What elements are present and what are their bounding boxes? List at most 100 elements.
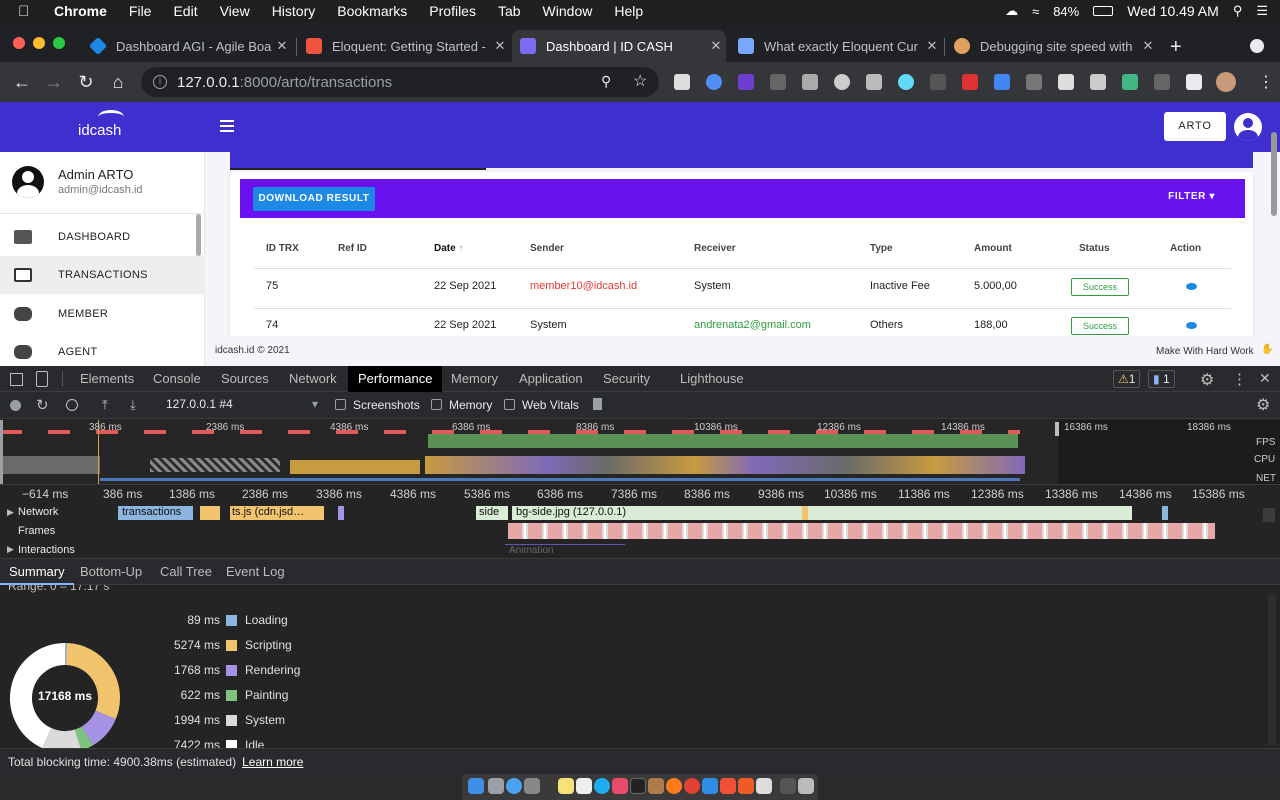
sidebar-item-transactions[interactable]: TRANSACTIONS: [0, 256, 205, 294]
trash-icon[interactable]: [798, 778, 814, 794]
page-scrollbar[interactable]: [1271, 132, 1277, 216]
brand-logo[interactable]: idcash: [78, 122, 121, 139]
user-avatar-icon[interactable]: [1234, 113, 1262, 141]
menu-tab[interactable]: Tab: [498, 3, 521, 19]
browser-tab[interactable]: Dashboard AGI - Agile Boa ✕: [82, 30, 292, 62]
menu-view[interactable]: View: [220, 3, 250, 19]
more-options-icon[interactable]: ⋮: [1232, 370, 1247, 388]
tab-bottom-up[interactable]: Bottom-Up: [80, 559, 142, 585]
hamburger-menu-icon[interactable]: [220, 120, 234, 132]
home-icon[interactable]: ⌂: [106, 70, 130, 94]
column-header-amount[interactable]: Amount: [974, 243, 1012, 254]
column-header-status[interactable]: Status: [1079, 243, 1110, 254]
camera-icon[interactable]: [866, 74, 882, 90]
firefox-icon[interactable]: [666, 778, 682, 794]
zoom-window-button[interactable]: [53, 37, 65, 49]
close-tab-icon[interactable]: ✕: [1138, 38, 1158, 54]
devtools-tab-application[interactable]: Application: [519, 366, 583, 392]
extension-icon[interactable]: [770, 74, 786, 90]
animation-bar[interactable]: Animation: [505, 544, 625, 557]
expand-triangle-icon[interactable]: ▶: [7, 544, 14, 555]
device-toolbar-icon[interactable]: [36, 371, 48, 387]
react-icon[interactable]: [898, 74, 914, 90]
menu-clock[interactable]: Wed 10.49 AM: [1127, 3, 1219, 19]
bookmark-star-icon[interactable]: ☆: [633, 71, 647, 91]
puzzle-icon[interactable]: [1186, 74, 1202, 90]
safari-icon[interactable]: [506, 778, 522, 794]
forward-arrow-icon[interactable]: →: [42, 70, 66, 94]
network-request-bar[interactable]: [338, 506, 344, 520]
music-icon[interactable]: [612, 778, 628, 794]
close-tab-icon[interactable]: ✕: [272, 38, 292, 54]
network-request-bar[interactable]: [1162, 506, 1168, 520]
expand-triangle-icon[interactable]: ▶: [7, 507, 14, 518]
tab-summary[interactable]: Summary: [0, 559, 74, 585]
warnings-badge[interactable]: ⚠1: [1113, 370, 1141, 388]
devtools-tab-sources[interactable]: Sources: [221, 366, 269, 392]
download-profile-icon[interactable]: ⤓: [130, 397, 136, 413]
devtools-tab-lighthouse[interactable]: Lighthouse: [680, 366, 744, 392]
extension-icon[interactable]: [1058, 74, 1074, 90]
close-devtools-icon[interactable]: ✕: [1259, 370, 1271, 387]
system-preferences-icon[interactable]: [524, 778, 540, 794]
memory-checkbox[interactable]: [431, 399, 442, 410]
range-handle-right[interactable]: [1055, 422, 1059, 436]
user-button[interactable]: ARTO: [1164, 112, 1226, 141]
menu-edit[interactable]: Edit: [173, 3, 197, 19]
messages-badge[interactable]: ▮ 1: [1148, 370, 1175, 388]
close-window-button[interactable]: [13, 37, 25, 49]
battery-percent[interactable]: 84%: [1053, 4, 1079, 19]
menu-profiles[interactable]: Profiles: [429, 3, 476, 19]
network-request-bar[interactable]: side: [476, 506, 508, 520]
network-request-bar[interactable]: [200, 506, 220, 520]
devtools-tab-performance[interactable]: Performance: [348, 366, 443, 392]
frames-strip[interactable]: [508, 523, 1215, 539]
terminal-icon[interactable]: [630, 778, 646, 794]
git-icon[interactable]: [720, 778, 736, 794]
app-icon[interactable]: [756, 778, 772, 794]
bug-icon[interactable]: [1154, 74, 1170, 90]
record-icon[interactable]: [10, 400, 21, 411]
screenshots-checkbox[interactable]: [335, 399, 346, 410]
extension-icon[interactable]: [738, 74, 754, 90]
column-header-receiver[interactable]: Receiver: [694, 243, 736, 254]
extension-icon[interactable]: [834, 74, 850, 90]
timeline-overview[interactable]: 386 ms 2386 ms 4386 ms 6386 ms 8386 ms 1…: [0, 420, 1280, 484]
sidebar-item-dashboard[interactable]: DASHBOARD: [0, 218, 205, 256]
translate-icon[interactable]: [994, 74, 1010, 90]
track-interactions-row[interactable]: ▶ Interactions: [0, 541, 1250, 558]
profile-avatar[interactable]: [1216, 72, 1236, 92]
devtools-tab-memory[interactable]: Memory: [451, 366, 498, 392]
network-request-bar[interactable]: ts.js (cdn.jsd…: [230, 506, 324, 520]
column-header-id[interactable]: ID TRX: [266, 243, 299, 254]
control-center-icon[interactable]: ☰: [1256, 3, 1268, 19]
cell-sender-link[interactable]: member10@idcash.id: [530, 280, 637, 292]
inspect-element-icon[interactable]: [10, 373, 23, 386]
network-request-bar[interactable]: transactions: [118, 506, 193, 520]
browser-tab[interactable]: Debugging site speed with ✕: [946, 30, 1158, 62]
network-request-bar[interactable]: bg-side.jpg (127.0.0.1): [512, 506, 1132, 520]
tab-search-icon[interactable]: [1250, 39, 1264, 53]
sidebar-item-member[interactable]: MEMBER: [0, 295, 205, 333]
web-vitals-checkbox[interactable]: [504, 399, 515, 410]
tab-call-tree[interactable]: Call Tree: [160, 559, 212, 585]
menu-file[interactable]: File: [129, 3, 152, 19]
devtools-tab-network[interactable]: Network: [289, 366, 337, 392]
learn-more-link[interactable]: Learn more: [242, 755, 303, 769]
extension-icon[interactable]: [930, 74, 946, 90]
back-arrow-icon[interactable]: ←: [10, 70, 34, 94]
menu-history[interactable]: History: [272, 3, 316, 19]
vue-icon[interactable]: [1122, 74, 1138, 90]
battery-icon[interactable]: [1093, 6, 1114, 16]
clear-icon[interactable]: [66, 399, 78, 411]
tab-event-log[interactable]: Event Log: [226, 559, 285, 585]
site-info-icon[interactable]: i: [153, 75, 167, 89]
column-header-ref[interactable]: Ref ID: [338, 243, 367, 254]
tracks-scrollbar[interactable]: [1263, 508, 1275, 522]
devtools-tab-console[interactable]: Console: [153, 366, 201, 392]
view-eye-icon[interactable]: [1186, 283, 1197, 290]
download-icon[interactable]: [1026, 74, 1042, 90]
textedit-icon[interactable]: [576, 778, 592, 794]
extension-icon[interactable]: [706, 74, 722, 90]
browser-tab[interactable]: What exactly Eloquent Cur ✕: [730, 30, 942, 62]
